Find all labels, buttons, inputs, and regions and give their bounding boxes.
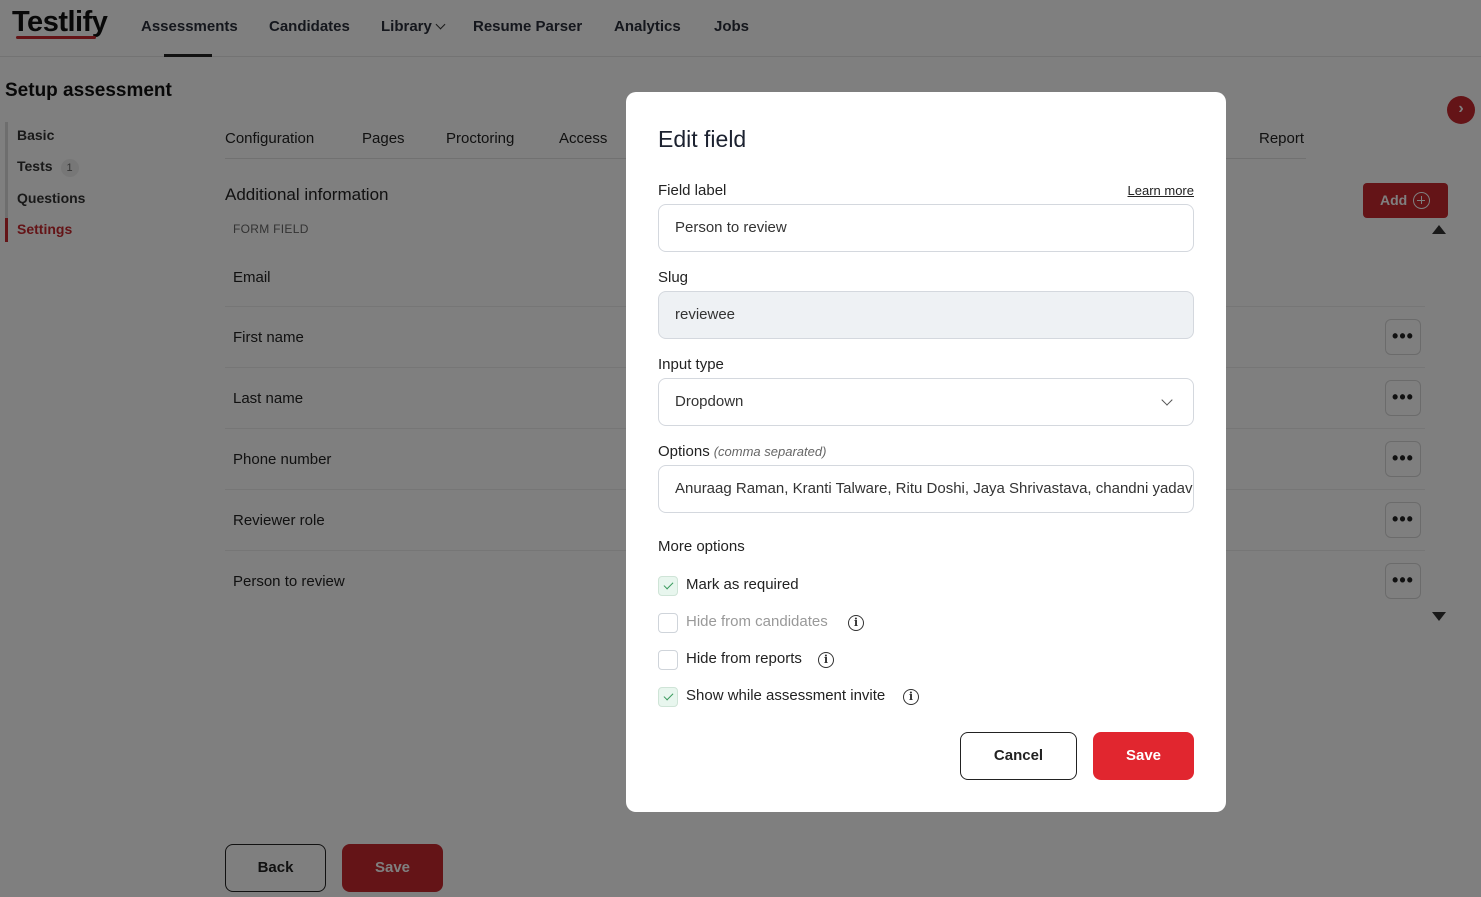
hide-from-reports-label: Hide from reports bbox=[686, 650, 802, 667]
save-button[interactable]: Save bbox=[1093, 732, 1194, 780]
info-icon[interactable]: i bbox=[848, 615, 864, 631]
show-while-invite-label: Show while assessment invite bbox=[686, 687, 886, 704]
options-input[interactable]: Anuraag Raman, Kranti Talware, Ritu Dosh… bbox=[658, 465, 1194, 513]
info-icon[interactable]: i bbox=[818, 652, 834, 668]
hide-from-candidates-label: Hide from candidates bbox=[686, 613, 828, 630]
input-type-select[interactable]: Dropdown bbox=[658, 378, 1194, 426]
field-label-label: Field label bbox=[658, 182, 727, 199]
more-options-heading: More options bbox=[658, 538, 745, 555]
hide-from-reports-checkbox[interactable] bbox=[658, 650, 678, 670]
mark-required-checkbox[interactable] bbox=[658, 576, 678, 596]
modal-title: Edit field bbox=[658, 126, 747, 152]
check-icon bbox=[663, 690, 674, 701]
options-hint: (comma separated) bbox=[713, 444, 827, 459]
learn-more-link[interactable]: Learn more bbox=[1128, 183, 1194, 198]
check-icon bbox=[663, 579, 674, 590]
slug-input[interactable]: reviewee bbox=[658, 291, 1194, 339]
cancel-button[interactable]: Cancel bbox=[960, 732, 1077, 780]
field-label-input[interactable]: Person to review bbox=[658, 204, 1194, 252]
mark-required-label: Mark as required bbox=[686, 576, 799, 593]
info-icon[interactable]: i bbox=[903, 689, 919, 705]
chevron-down-icon bbox=[1161, 394, 1173, 406]
show-while-invite-checkbox[interactable] bbox=[658, 687, 678, 707]
options-label: Options (comma separated) bbox=[658, 443, 826, 460]
slug-label: Slug bbox=[658, 269, 689, 286]
options-label-text: Options bbox=[658, 443, 710, 460]
hide-from-candidates-checkbox[interactable] bbox=[658, 613, 678, 633]
input-type-label: Input type bbox=[658, 356, 724, 373]
input-type-value: Dropdown bbox=[675, 393, 744, 410]
edit-field-modal: Edit field Field label Learn more Person… bbox=[626, 92, 1226, 812]
